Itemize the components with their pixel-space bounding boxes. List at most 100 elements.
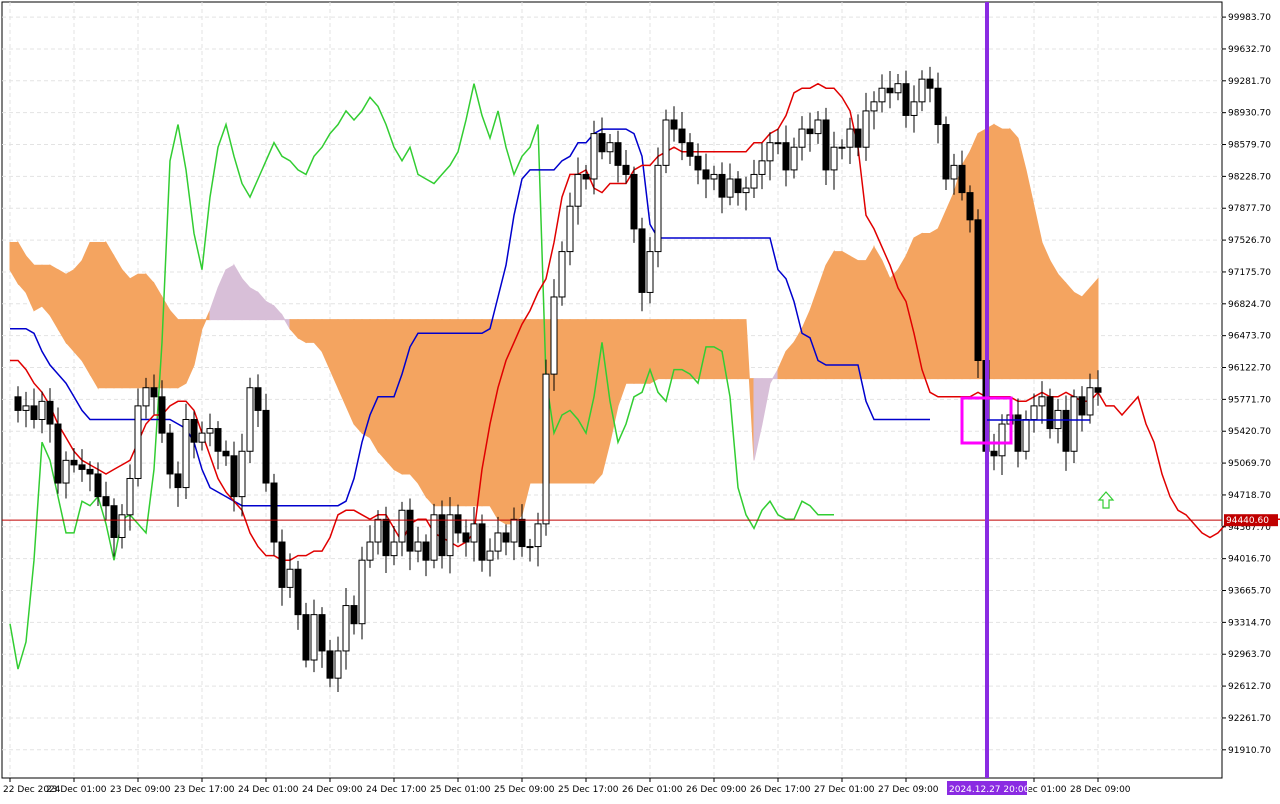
candle-body (750, 173, 758, 189)
cloud-segment (113, 254, 123, 389)
candle-body (78, 464, 86, 470)
candle-body (718, 173, 726, 198)
candle-body (686, 142, 694, 157)
candle-body (942, 124, 950, 180)
candle-body (894, 83, 902, 94)
candle-body (222, 450, 230, 457)
y-axis: 99983.70 99632.70 99281.70 98930.70 98579.70… (1222, 13, 1278, 756)
cloud-segment (1057, 272, 1067, 380)
cloud-segment (385, 319, 395, 471)
cloud-segment (249, 287, 259, 321)
x-tick-label: 24 Dec 01:00 (238, 785, 299, 795)
candle-body (990, 450, 998, 457)
cloud-segment (449, 319, 459, 507)
x-tick-label: 25 Dec 09:00 (494, 785, 555, 795)
candle-body (606, 142, 614, 153)
candle-body (702, 169, 710, 180)
x-tick-label: 26 Dec 01:00 (622, 785, 683, 795)
y-tick-label: 92261.70 (1228, 714, 1271, 724)
candle-body (294, 568, 302, 616)
candle-body (54, 423, 62, 484)
cloud-segment (1049, 258, 1059, 380)
candle-body (342, 605, 350, 652)
candle-body (742, 187, 750, 194)
candle-body (590, 133, 598, 180)
y-tick-label: 99281.70 (1228, 77, 1271, 87)
cloud-segment (393, 319, 403, 475)
x-tick-label: 23 Dec 17:00 (174, 785, 235, 795)
cloud-segment (1089, 277, 1099, 380)
cloud-segment (425, 319, 435, 508)
cloud-segment (81, 242, 91, 376)
candle-body (638, 228, 646, 293)
cloud-segment (169, 309, 179, 389)
candle-body (878, 87, 886, 103)
cloud-segment (1073, 291, 1083, 380)
candle-body (526, 546, 534, 549)
candle-body (166, 432, 174, 475)
candle-body (726, 178, 734, 198)
cloud-segment (849, 255, 859, 380)
time-marker-label: 2024.12.27 20:00 (949, 785, 1030, 795)
candle-body (846, 128, 854, 148)
candle-body (478, 523, 486, 561)
cloud-segment (561, 319, 571, 484)
candle-body (46, 400, 54, 425)
cloud-segment (353, 319, 363, 435)
candle-body (214, 428, 222, 452)
candle-body (278, 541, 286, 588)
candle-body (670, 119, 678, 130)
candle-body (870, 101, 878, 112)
cloud-segment (689, 319, 699, 380)
candle-body (174, 473, 182, 489)
candle-body (974, 219, 982, 362)
cloud-segment (401, 319, 411, 475)
cloud-segment (41, 264, 51, 317)
x-axis: 22 Dec 202423 Dec 01:00 23 Dec 09:00 23 De… (3, 778, 1131, 795)
candle-body (774, 142, 782, 145)
candle-body (94, 473, 102, 498)
cloud-segment (841, 250, 851, 380)
cloud-segment (577, 319, 587, 484)
cloud-segment (57, 268, 67, 345)
candle-body (790, 146, 798, 171)
candle-body (414, 541, 422, 552)
cloud-segment (1001, 128, 1011, 380)
cloud-segment (177, 319, 187, 389)
candle-body (110, 505, 118, 538)
candle-body (862, 110, 870, 148)
cloud-segment (345, 319, 355, 425)
candle-body (198, 432, 206, 443)
y-tick-label: 92963.70 (1228, 650, 1271, 660)
y-tick-label: 95069.70 (1228, 459, 1271, 469)
candle-body (246, 387, 254, 452)
y-tick-label: 97877.70 (1228, 204, 1271, 214)
cloud-segment (833, 251, 843, 380)
cloud-segment (65, 268, 75, 353)
candle-body (262, 409, 270, 484)
cloud-segment (417, 319, 427, 499)
candle-body (510, 518, 518, 543)
cloud-segment (913, 232, 923, 380)
x-tick-label: 25 Dec 01:00 (430, 785, 491, 795)
y-tick-label: 96122.70 (1228, 364, 1271, 374)
candle-body (678, 128, 686, 144)
candle-body (182, 418, 190, 489)
candle-body (310, 614, 318, 661)
price-chart: 99983.70 99632.70 99281.70 98930.70 98579.70… (0, 0, 1280, 800)
cloud-segment (33, 264, 43, 312)
candle-body (966, 192, 974, 221)
cloud-segment (857, 260, 867, 380)
candle-body (950, 164, 958, 180)
chart-svg: 99983.70 99632.70 99281.70 98930.70 98579.70… (1, 1, 1280, 795)
candle-body (398, 509, 406, 543)
candle-body (470, 523, 478, 543)
cloud-segment (225, 264, 235, 321)
cloud-segment (465, 319, 475, 507)
candle-body (38, 400, 46, 420)
cloud-segment (145, 272, 155, 389)
candle-body (126, 477, 134, 516)
candle-body (958, 164, 966, 194)
cloud-segment (105, 240, 115, 389)
candle-body (238, 450, 246, 498)
